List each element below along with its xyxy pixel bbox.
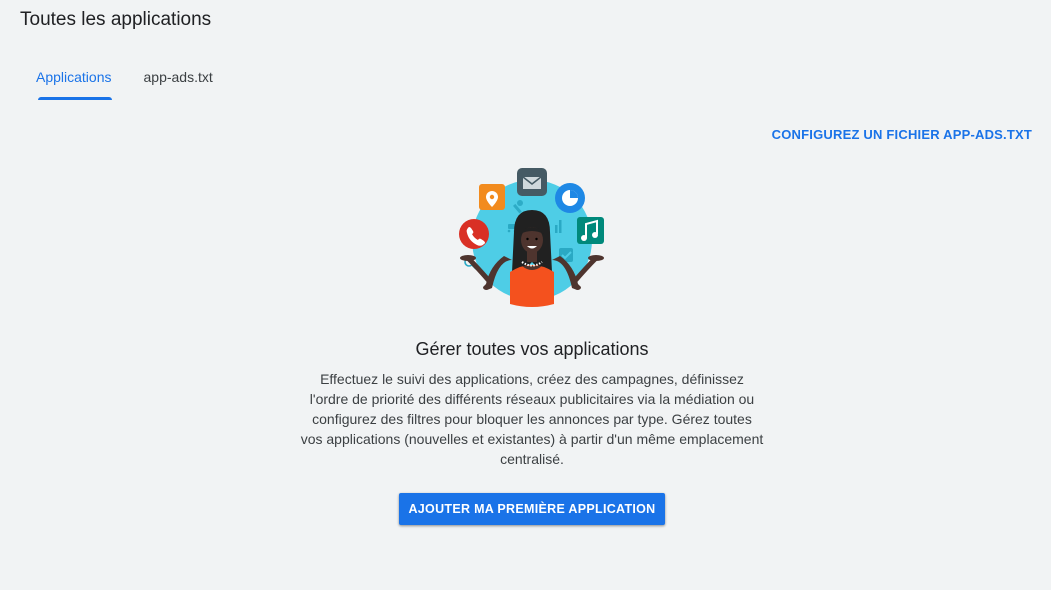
configure-app-ads-link[interactable]: CONFIGUREZ UN FICHIER APP-ADS.TXT	[772, 127, 1032, 142]
phone-icon	[459, 219, 489, 249]
add-first-app-button[interactable]: AJOUTER MA PREMIÈRE APPLICATION	[399, 493, 665, 525]
pie-chart-icon	[555, 183, 585, 213]
tab-app-ads-txt[interactable]: app-ads.txt	[144, 68, 213, 102]
manage-apps-illustration	[459, 168, 604, 307]
tab-applications[interactable]: Applications	[36, 68, 112, 102]
location-pin-icon	[479, 184, 505, 210]
page-title: Toutes les applications	[20, 9, 212, 30]
empty-state-title: Gérer toutes vos applications	[415, 339, 649, 359]
mail-icon	[517, 168, 547, 196]
empty-state-description: Effectuez le suivi des applications, cré…	[300, 371, 764, 467]
music-note-icon	[577, 217, 604, 244]
tab-bar: Applications app-ads.txt	[36, 68, 245, 102]
